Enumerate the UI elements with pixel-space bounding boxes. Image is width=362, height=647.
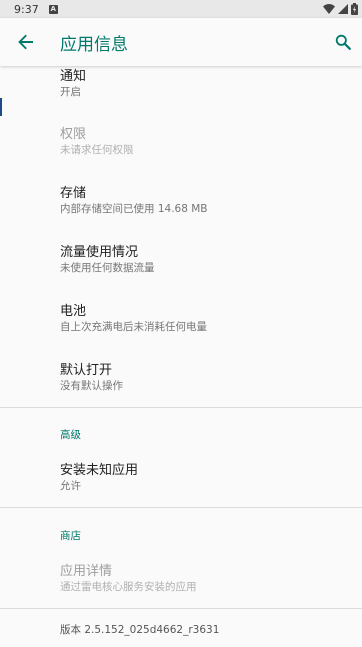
divider [0, 507, 362, 508]
settings-list[interactable]: 通知 开启 权限 未请求任何权限 存储 内部存储空间已使用 14.68 MB 流… [0, 66, 362, 647]
pref-summary: 通过雷电核心服务安装的应用 [60, 581, 197, 593]
pref-app-details: 应用详情 通过雷电核心服务安装的应用 [60, 563, 350, 595]
edge-indicator [0, 98, 2, 116]
signal-icon [338, 4, 348, 14]
version-text: 版本 2.5.152_025d4662_r3631 [60, 624, 220, 636]
pref-notifications[interactable]: 通知 开启 [60, 68, 350, 100]
search-icon [335, 34, 351, 50]
pref-title: 存储 [60, 186, 87, 201]
pref-summary: 没有默认操作 [60, 380, 123, 392]
divider [0, 608, 362, 609]
pref-title: 安装未知应用 [60, 463, 139, 478]
pref-summary: 未请求任何权限 [60, 144, 134, 156]
status-icons [323, 3, 358, 15]
status-time: 9:37 [14, 2, 39, 16]
page-title: 应用信息 [60, 34, 128, 55]
pref-title: 权限 [60, 127, 87, 142]
battery-icon [351, 3, 358, 15]
pref-battery[interactable]: 电池 自上次充满电后未消耗任何电量 [60, 303, 350, 335]
pref-summary: 允许 [60, 480, 81, 492]
pref-permissions: 权限 未请求任何权限 [60, 126, 350, 158]
pref-open-by-default[interactable]: 默认打开 没有默认操作 [60, 362, 350, 394]
pref-title: 默认打开 [60, 363, 113, 378]
pref-storage[interactable]: 存储 内部存储空间已使用 14.68 MB [60, 185, 350, 217]
pref-data-usage[interactable]: 流量使用情况 未使用任何数据流量 [60, 244, 350, 276]
pref-install-unknown-apps[interactable]: 安装未知应用 允许 [60, 462, 350, 494]
search-button[interactable] [328, 27, 358, 57]
category-store: 商店 [60, 530, 81, 542]
pref-summary: 开启 [60, 86, 81, 98]
pref-title: 通知 [60, 69, 87, 84]
pref-summary: 自上次充满电后未消耗任何电量 [60, 321, 207, 333]
wifi-icon [323, 4, 335, 14]
back-button[interactable] [11, 27, 41, 57]
pref-title: 流量使用情况 [60, 245, 139, 260]
arrow-back-icon [18, 34, 33, 50]
status-bar: 9:37 A [0, 0, 362, 18]
pref-summary: 未使用任何数据流量 [60, 262, 155, 274]
divider [0, 407, 362, 408]
pref-title: 应用详情 [60, 564, 113, 579]
notification-icon: A [48, 4, 58, 14]
pref-title: 电池 [60, 304, 87, 319]
pref-summary: 内部存储空间已使用 14.68 MB [60, 203, 208, 215]
category-advanced: 高级 [60, 429, 81, 441]
app-bar: 应用信息 [0, 18, 362, 66]
